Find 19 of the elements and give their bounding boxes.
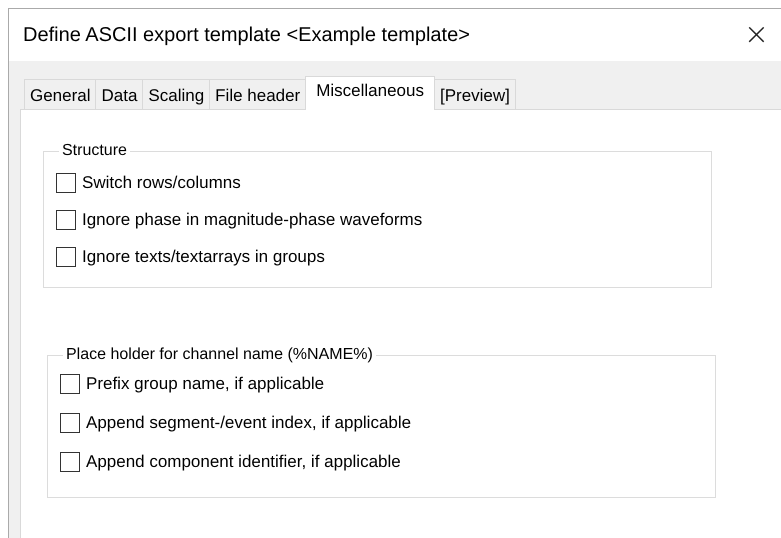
- tab[interactable]: [Preview]: [434, 79, 516, 109]
- checkbox-option[interactable]: Prefix group name, if applicable: [60, 364, 715, 403]
- checkbox[interactable]: [60, 412, 80, 432]
- checkbox[interactable]: [60, 374, 80, 394]
- checkbox[interactable]: [56, 172, 76, 192]
- tab[interactable]: Miscellaneous: [305, 76, 435, 110]
- checkbox[interactable]: [60, 452, 80, 472]
- checkbox-option[interactable]: Append component identifier, if applicable: [60, 442, 715, 481]
- close-button[interactable]: ×: [736, 20, 777, 50]
- checkbox[interactable]: [56, 210, 76, 230]
- window-title: Define ASCII export template <Example template>: [23, 24, 470, 46]
- checkbox-option[interactable]: Ignore phase in magnitude-phase waveforms: [56, 201, 711, 238]
- checkbox[interactable]: [56, 246, 76, 266]
- group-title: Place holder for channel name (%NAME%): [65, 346, 374, 364]
- group-title: Structure: [61, 142, 128, 160]
- tab[interactable]: General: [24, 79, 96, 109]
- checkbox-option[interactable]: Ignore texts/textarrays in groups: [56, 238, 711, 275]
- checkbox-option[interactable]: Switch rows/columns: [56, 164, 711, 201]
- checkbox-option[interactable]: Append segment-/event index, if applicable: [60, 403, 715, 442]
